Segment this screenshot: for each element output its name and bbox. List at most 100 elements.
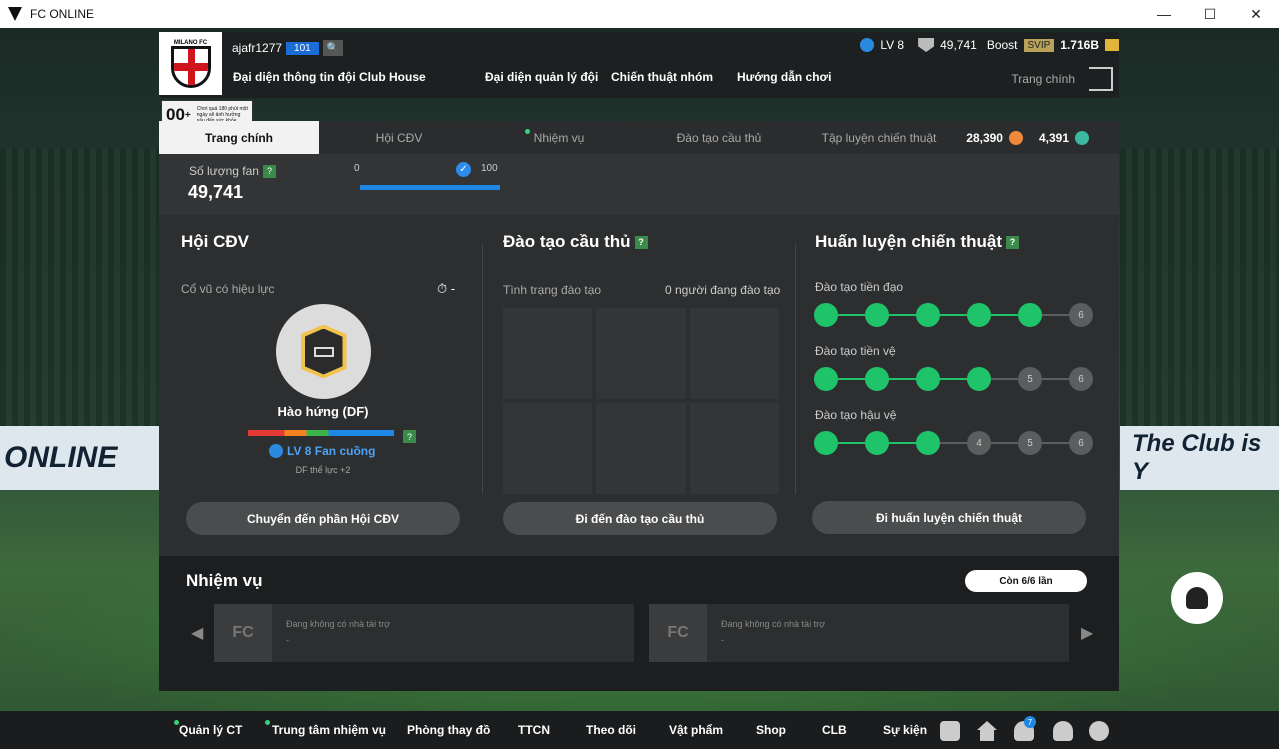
nav-club-house[interactable]: Club House [359,70,485,84]
top-stats: LV 8 49,741 Boost SVIP 1.716B [860,38,1119,52]
mission-sub: - [721,635,724,645]
progress-min: 0 [354,163,360,174]
currency-b: 4,391 [1038,130,1069,145]
missions-next-arrow[interactable]: ▶ [1081,623,1093,643]
nav-guide[interactable]: Hướng dẫn chơi [737,70,837,84]
chat-support-button[interactable] [1171,572,1223,624]
support-person-icon [1186,587,1208,609]
go-tactics-button[interactable]: Đi huấn luyện chiến thuật [812,501,1086,534]
tactic-locked-node[interactable]: 6 [1069,367,1093,391]
footer-locker-room[interactable]: Phòng thay đồ [407,723,490,737]
tactic-skill-icon[interactable] [814,431,838,455]
close-button[interactable]: ✕ [1233,0,1279,28]
footer-squad[interactable]: Quản lý CT [179,723,242,737]
tactic-skill-icon[interactable] [916,431,940,455]
tactic-skill-icon[interactable] [916,367,940,391]
fan-bonus: DF thể lực +2 [295,465,351,475]
tactic-row: 4 5 6 [814,431,1093,455]
app-logo-icon [8,7,22,21]
tactic-locked-node[interactable]: 6 [1069,303,1093,327]
tab-player-training[interactable]: Đào tạo cầu thủ [639,121,799,154]
training-slot[interactable] [503,403,593,494]
training-title: Đào tạo cầu thủ [503,232,631,251]
tab-bar: Trang chính Hội CĐV Nhiệm vụ Đào tạo cầu… [159,121,1119,154]
currency-display: 28,390 4,391 [966,121,1089,154]
fans-count: 49,741 [940,38,977,52]
tactic-skill-icon[interactable] [967,367,991,391]
fan-level-icon [269,444,283,458]
tactic-link [838,314,865,316]
help-icon[interactable]: ? [262,164,276,178]
tactic-skill-icon[interactable] [967,303,991,327]
training-help-icon[interactable]: ? [634,235,648,249]
nav-team-manager[interactable]: Đại diện quản lý đội [485,70,611,84]
tab-home[interactable]: Trang chính [159,121,319,154]
tactic-row-label: Đào tạo tiền đạo [815,280,904,294]
tactic-skill-icon[interactable] [865,431,889,455]
nav-team-info[interactable]: Đại diện thông tin đội [233,70,359,84]
fan-label: Số lượng fan [189,164,259,178]
boost-label: Boost [986,38,1018,52]
tactic-skill-icon[interactable] [1018,303,1042,327]
tactic-skill-icon[interactable] [865,303,889,327]
footer-club[interactable]: CLB [822,723,847,737]
tactic-skill-icon[interactable] [814,367,838,391]
tactic-skill-icon[interactable] [814,303,838,327]
club-logo-text: MILANO FC [173,39,208,46]
go-fan-club-button[interactable]: Chuyển đến phần Hội CĐV [186,502,460,535]
nav-group-tactics[interactable]: Chiến thuật nhóm [611,70,737,84]
fc-logo-icon: FC [649,604,707,662]
fan-level-text: LV 8 Fan cuồng [287,444,376,458]
go-training-button[interactable]: Đi đến đào tạo cầu thủ [503,502,777,535]
fan-emblem[interactable] [276,304,371,399]
tab-missions[interactable]: Nhiệm vụ [479,121,639,154]
top-bar: MILANO FC ajafr1277 101 🔍 LV 8 49,741 Bo… [159,32,1119,98]
tab-missions-label: Nhiệm vụ [533,130,585,145]
training-slot[interactable] [596,403,686,494]
footer-ttcn[interactable]: TTCN [518,723,550,737]
fan-club-title: Hội CĐV [181,232,249,251]
settings-gear-icon[interactable] [1089,721,1109,741]
mission-card[interactable]: FC Đang không có nhà tài trợ - [649,604,1069,662]
footer-shop[interactable]: Shop [756,723,786,737]
training-slot[interactable] [689,308,779,399]
footer-follow[interactable]: Theo dõi [586,723,636,737]
fan-level: LV 8 Fan cuồng [269,444,375,458]
maximize-button[interactable]: ☐ [1187,0,1233,28]
training-slot[interactable] [689,403,779,494]
svip-badge: SVIP [1023,38,1055,52]
home-icon[interactable] [977,721,997,741]
training-slot[interactable] [503,308,593,399]
tactic-skill-icon[interactable] [916,303,940,327]
missions-remaining[interactable]: Còn 6/6 lần [965,570,1087,592]
tactic-locked-node[interactable]: 5 [1018,367,1042,391]
training-slot[interactable] [596,308,686,399]
chat-icon[interactable] [940,721,960,741]
tactic-row-label: Đào tạo hậu vệ [815,408,897,422]
tab-tactics-training[interactable]: Tập luyện chiến thuật [799,121,959,154]
window-titlebar: FC ONLINE — ☐ ✕ [0,0,1279,28]
exit-icon[interactable] [1089,67,1113,91]
missions-prev-arrow[interactable]: ◀ [191,623,203,643]
club-logo[interactable]: MILANO FC [159,32,222,95]
minimize-button[interactable]: — [1141,0,1187,28]
tactic-locked-node[interactable]: 5 [1018,431,1042,455]
tab-fan-club[interactable]: Hội CĐV [319,121,479,154]
tactic-link [838,442,865,444]
mood-help-icon[interactable]: ? [403,430,416,443]
footer-items[interactable]: Vật phẩm [669,723,723,737]
tactic-locked-node[interactable]: 6 [1069,431,1093,455]
tactic-locked-node[interactable]: 4 [967,431,991,455]
fc-logo-icon: FC [214,604,272,662]
search-icon[interactable]: 🔍 [322,40,343,56]
main-panel: Số lượng fan? 49,741 0 ✓ 100 Hội CĐV Cổ … [159,154,1119,556]
mission-card[interactable]: FC Đang không có nhà tài trợ - [214,604,634,662]
battery-badge-icon [304,328,343,375]
footer-mission-center[interactable]: Trung tâm nhiệm vụ [272,723,386,737]
home-link[interactable]: Trang chính [1011,72,1075,86]
level-text: LV 8 [880,38,905,52]
footer-events[interactable]: Sự kiện [883,723,927,737]
tactics-help-icon[interactable]: ? [1006,235,1020,249]
profile-icon[interactable] [1053,721,1073,741]
tactic-skill-icon[interactable] [865,367,889,391]
